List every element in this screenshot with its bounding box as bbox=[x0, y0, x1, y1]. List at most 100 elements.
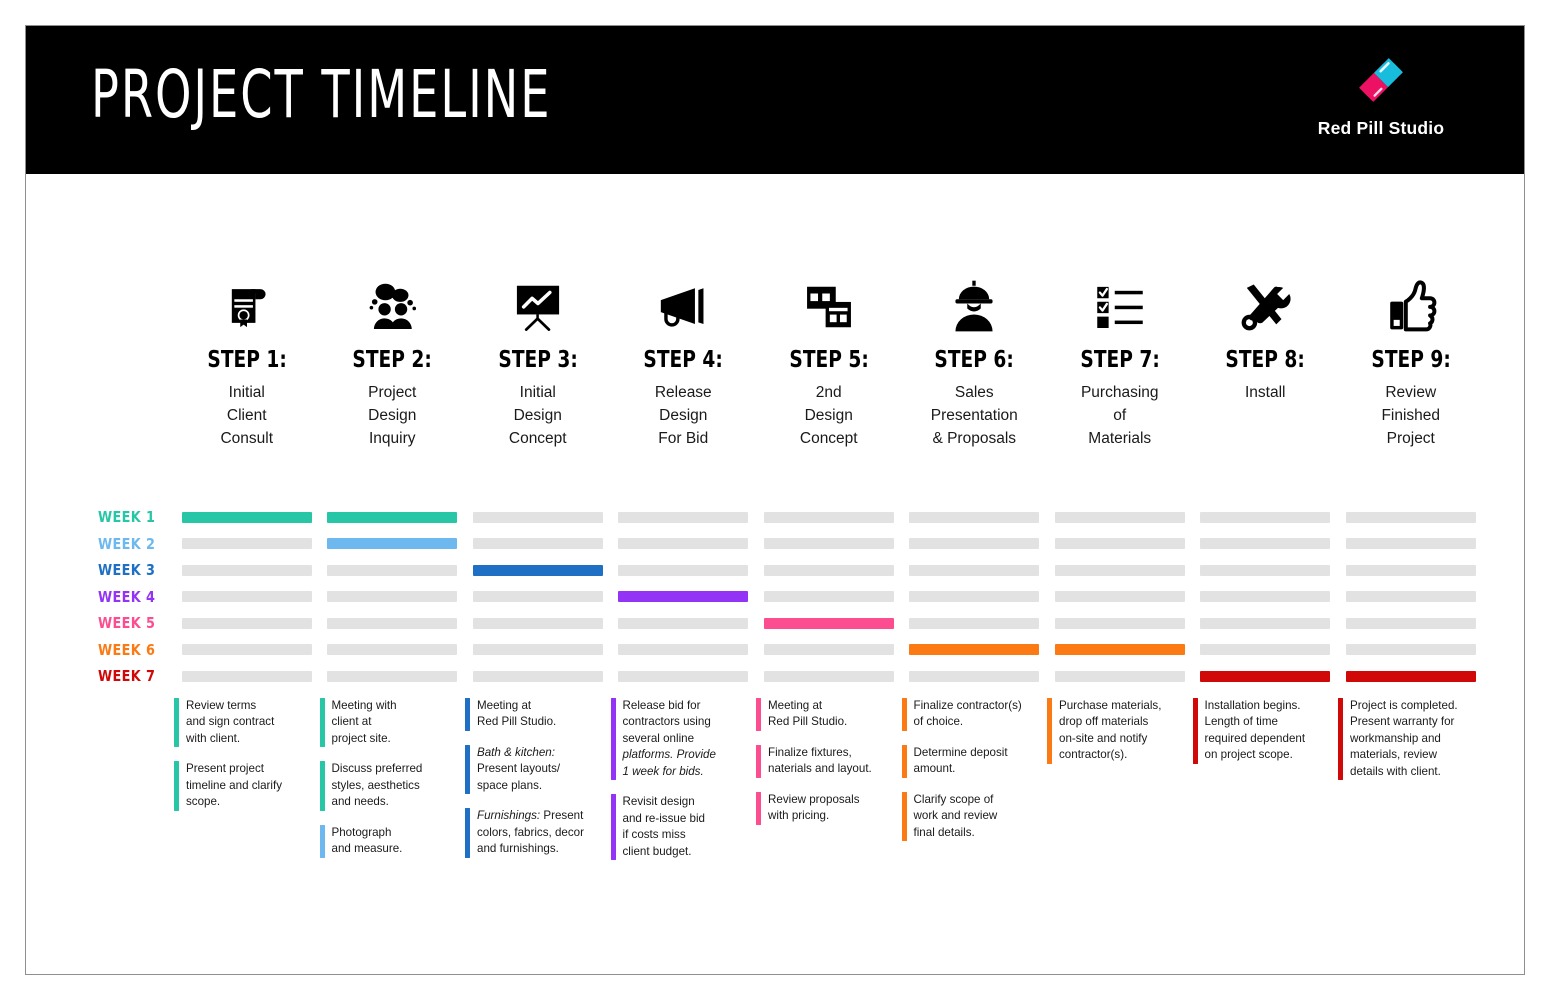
note-accent-bar bbox=[319, 761, 325, 811]
gantt-bar-active bbox=[181, 511, 312, 523]
gantt-bar-empty bbox=[763, 564, 894, 576]
note-text: Review terms and sign contract with clie… bbox=[186, 699, 275, 745]
step-description: Initial Design Concept bbox=[508, 384, 567, 447]
gantt-bar-empty bbox=[618, 670, 749, 682]
gantt-bar-empty bbox=[1345, 617, 1476, 629]
gantt-cell bbox=[1338, 591, 1484, 603]
note-accent-bar bbox=[465, 808, 470, 858]
gantt-cell bbox=[1338, 511, 1484, 523]
note-text: Meeting with client at project site. bbox=[331, 699, 397, 745]
gantt-cell bbox=[611, 511, 757, 523]
gantt-cell bbox=[1047, 644, 1193, 656]
gantt-cell bbox=[465, 670, 611, 682]
presentation-board-icon bbox=[510, 271, 566, 333]
note-column-step-7: Purchase materials, drop off materials o… bbox=[1047, 698, 1193, 874]
step-number-label: STEP 3: bbox=[498, 347, 578, 373]
gantt-cells bbox=[174, 538, 1484, 550]
note-column-step-2: Meeting with client at project site. Disc… bbox=[319, 698, 466, 874]
gantt-bar-empty bbox=[181, 617, 312, 629]
gantt-bar-empty bbox=[1054, 564, 1185, 576]
note-item: Project is completed. Present warranty f… bbox=[1338, 698, 1476, 781]
gantt-bar-active bbox=[1345, 670, 1476, 682]
step-3: STEP 3: Initial Design Concept bbox=[465, 271, 611, 450]
gantt-cell bbox=[465, 511, 611, 523]
note-text: Determine deposit amount. bbox=[913, 745, 1008, 776]
gantt-cell bbox=[611, 564, 757, 576]
note-text: Finalize contractor(s) of choice. bbox=[913, 699, 1022, 729]
gantt-bar-empty bbox=[327, 670, 458, 682]
pill-capsule-icon bbox=[1349, 48, 1413, 117]
gantt-row: WEEK 7 bbox=[26, 663, 1524, 690]
step-description: Purchasing of Materials bbox=[1080, 384, 1159, 447]
note-accent-bar bbox=[319, 698, 325, 748]
gantt-bar-empty bbox=[472, 644, 603, 656]
gantt-bar-active bbox=[909, 644, 1040, 656]
step-7: STEP 7: Purchasing of Materials bbox=[1047, 271, 1193, 450]
note-text: Release bid for contractors using severa… bbox=[622, 699, 716, 778]
step-number-label: STEP 1: bbox=[207, 347, 287, 373]
gantt-cell bbox=[465, 538, 611, 550]
gantt-cells bbox=[174, 511, 1484, 523]
gantt-bar-empty bbox=[618, 538, 749, 550]
gantt-cells bbox=[174, 564, 1484, 576]
step-number-label: STEP 4: bbox=[643, 347, 723, 373]
gantt-cell bbox=[174, 670, 320, 682]
gantt-bar-active bbox=[472, 564, 603, 576]
gantt-cell bbox=[320, 644, 466, 656]
note-text: Purchase materials, drop off materials o… bbox=[1059, 699, 1162, 762]
tools-icon bbox=[1238, 271, 1292, 333]
note-item: Photograph and measure. bbox=[319, 824, 458, 858]
gantt-bar-empty bbox=[618, 617, 749, 629]
gantt-cell bbox=[1047, 564, 1193, 576]
note-item: Discuss preferred styles, aesthetics and… bbox=[319, 761, 458, 811]
gantt-cell bbox=[320, 564, 466, 576]
note-text: Finalize fixtures, naterials and layout. bbox=[768, 745, 872, 776]
gantt-row: WEEK 1 bbox=[26, 504, 1524, 531]
gantt-bar-empty bbox=[909, 564, 1040, 576]
step-description: Initial Client Consult bbox=[220, 384, 274, 447]
gantt-cell bbox=[1338, 617, 1484, 629]
note-text: Clarify scope of work and review final d… bbox=[913, 792, 998, 839]
step-description: Sales Presentation & Proposals bbox=[930, 384, 1018, 447]
gantt-bar-active bbox=[327, 511, 458, 523]
gantt-cell bbox=[902, 617, 1048, 629]
step-description: Review Finished Project bbox=[1381, 384, 1441, 447]
step-number-label: STEP 2: bbox=[352, 347, 432, 373]
gantt-cell bbox=[611, 591, 757, 603]
steps-row: STEP 1: Initial Client Consult STEP 2: Pro… bbox=[174, 271, 1484, 450]
gantt-cell bbox=[1193, 564, 1339, 576]
gantt-cell bbox=[174, 644, 320, 656]
step-4: STEP 4: Release Design For Bid bbox=[611, 271, 757, 450]
gantt-cell bbox=[320, 670, 466, 682]
gantt-bar-empty bbox=[1345, 538, 1476, 550]
step-2: STEP 2: Project Design Inquiry bbox=[320, 271, 466, 450]
note-item: Clarify scope of work and review final d… bbox=[901, 791, 1040, 842]
gantt-bar-empty bbox=[472, 538, 603, 550]
gantt-cell bbox=[1338, 644, 1484, 656]
week-label: WEEK 6 bbox=[98, 640, 156, 659]
note-item: Installation begins. Length of time requ… bbox=[1192, 698, 1331, 764]
gantt-bar-empty bbox=[1200, 511, 1331, 523]
gantt-bar-empty bbox=[327, 564, 458, 576]
step-number-label: STEP 9: bbox=[1371, 347, 1451, 373]
gantt-cell bbox=[902, 591, 1048, 603]
note-accent-bar bbox=[610, 698, 616, 781]
gantt-bar-empty bbox=[1200, 564, 1331, 576]
gantt-bar-empty bbox=[1200, 617, 1331, 629]
gantt-row: WEEK 2 bbox=[26, 531, 1524, 558]
people-talking-icon bbox=[364, 271, 420, 333]
gantt-cell bbox=[611, 617, 757, 629]
gantt-bar-empty bbox=[327, 591, 458, 603]
note-accent-bar bbox=[756, 744, 761, 778]
gantt-bar-empty bbox=[618, 644, 749, 656]
gantt-bar-empty bbox=[1345, 564, 1476, 576]
page-title: PROJECT TIMELINE bbox=[91, 56, 552, 133]
certificate-icon bbox=[220, 271, 274, 333]
gantt-cell bbox=[1193, 591, 1339, 603]
gantt-cell bbox=[756, 644, 902, 656]
gantt-bar-empty bbox=[327, 644, 458, 656]
gantt-cell bbox=[611, 538, 757, 550]
gantt-cell bbox=[320, 591, 466, 603]
note-accent-bar bbox=[174, 761, 179, 811]
gantt-cell bbox=[1047, 591, 1193, 603]
